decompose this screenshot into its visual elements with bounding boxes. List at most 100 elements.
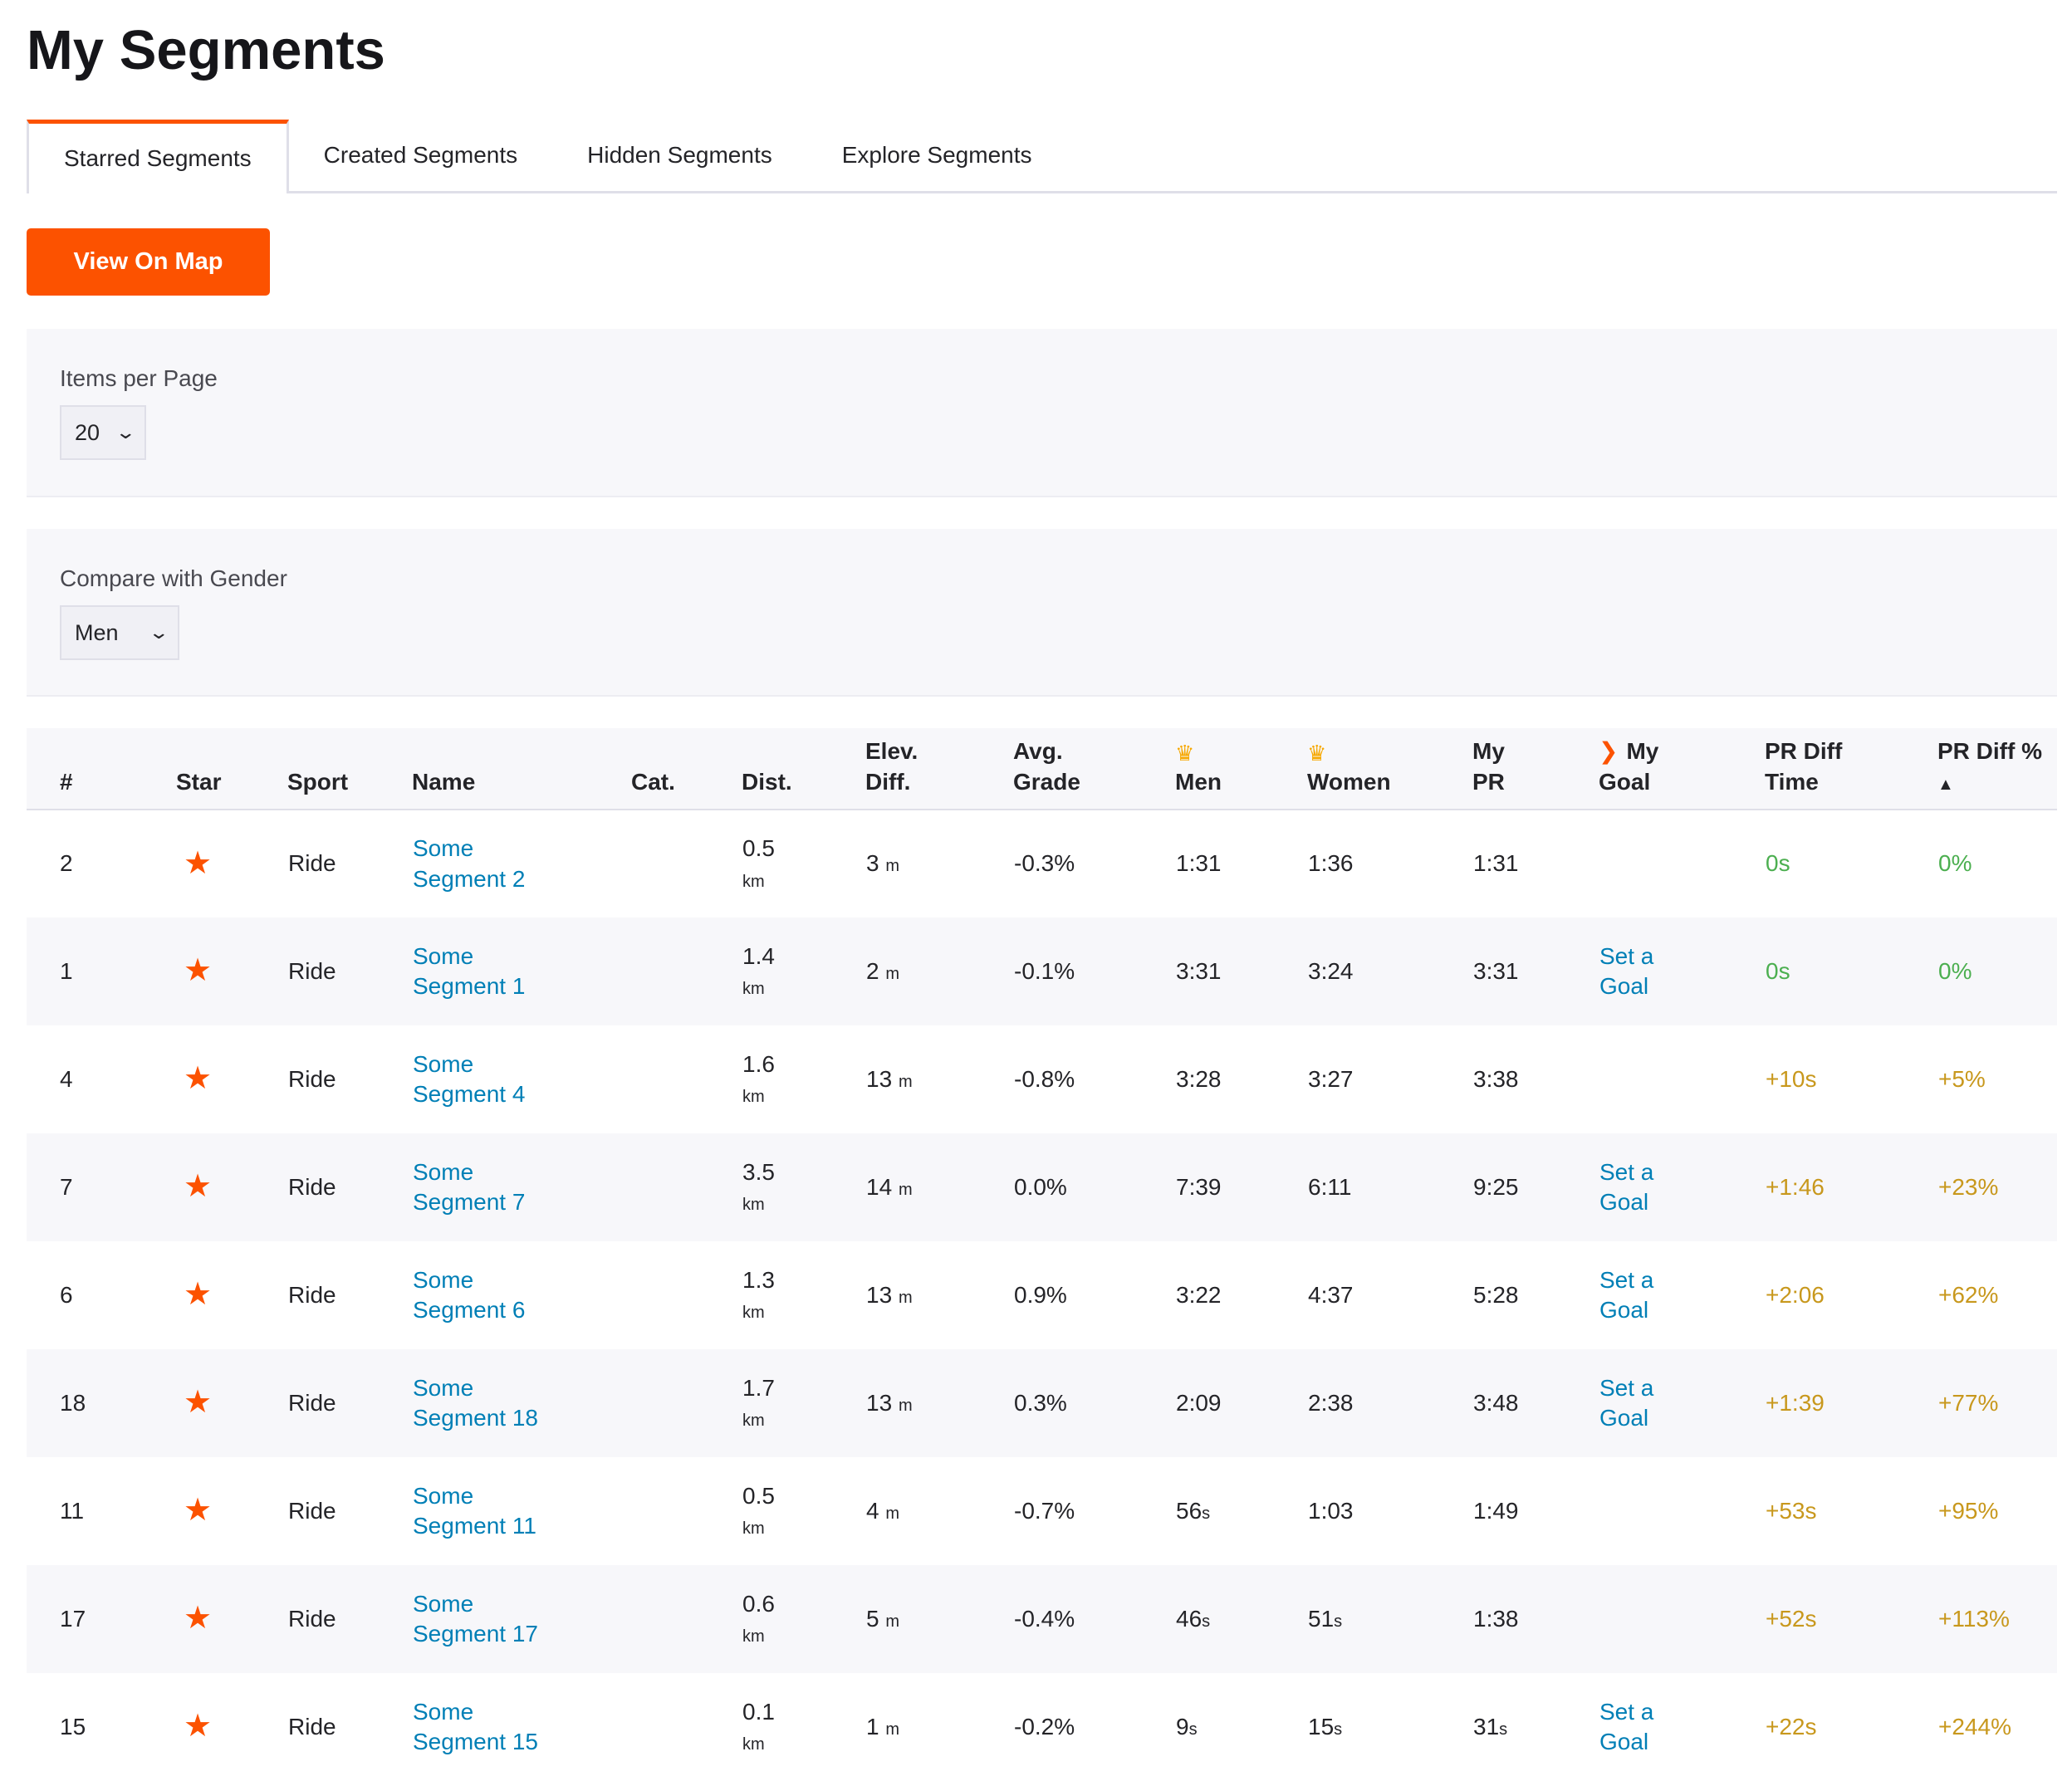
compare-gender-label: Compare with Gender bbox=[60, 565, 287, 591]
star-icon[interactable]: ★ bbox=[184, 1059, 212, 1099]
star-icon[interactable]: ★ bbox=[184, 1275, 212, 1315]
men-value: 3:28 bbox=[1176, 1065, 1222, 1092]
col-elev-diff[interactable]: Elev. Diff. bbox=[865, 728, 1013, 810]
pr-diff-pct-cell: 0% bbox=[1938, 850, 1972, 877]
col-women[interactable]: ♛ Women bbox=[1307, 728, 1472, 810]
col-pr-diff-pct[interactable]: PR Diff % ▲ bbox=[1937, 728, 2057, 810]
cat-cell bbox=[631, 1673, 742, 1781]
mypr-value: 1:31 bbox=[1473, 850, 1519, 877]
segment-name-link[interactable]: Some Segment 7 bbox=[413, 1159, 525, 1215]
segment-name-link[interactable]: Some Segment 11 bbox=[413, 1483, 536, 1539]
set-goal-line-2: Goal bbox=[1599, 1729, 1649, 1754]
col-cat[interactable]: Cat. bbox=[631, 728, 742, 810]
elev-cell: 4 m bbox=[865, 1457, 1013, 1565]
col-avg-grade[interactable]: Avg. Grade bbox=[1013, 728, 1175, 810]
segment-name-link[interactable]: Some Segment 4 bbox=[413, 1051, 525, 1107]
my-pr-cell: 3:48 bbox=[1472, 1349, 1599, 1457]
tab-starred-segments[interactable]: Starred Segments bbox=[27, 120, 289, 193]
tab-hidden-segments[interactable]: Hidden Segments bbox=[552, 120, 807, 191]
col-pr-diff-time[interactable]: PR Diff Time bbox=[1765, 728, 1937, 810]
men-cell: 56s bbox=[1175, 1457, 1307, 1565]
grade-cell: 0.3% bbox=[1014, 1389, 1067, 1416]
col-dist[interactable]: Dist. bbox=[742, 728, 865, 810]
star-icon[interactable]: ★ bbox=[184, 844, 212, 884]
women-cell: 6:11 bbox=[1307, 1133, 1472, 1241]
tab-created-segments[interactable]: Created Segments bbox=[289, 120, 552, 191]
set-goal-line-1: Set a bbox=[1599, 942, 1654, 969]
table-row: 6 ★ Ride Some Segment 6 1.3 km 13 m 0.9% 3:22 4:37… bbox=[27, 1241, 2057, 1349]
grade-cell: -0.8% bbox=[1014, 1065, 1075, 1092]
set-goal-line-1: Set a bbox=[1599, 1158, 1654, 1185]
compare-gender-value: Men bbox=[75, 619, 119, 645]
set-goal-link[interactable]: Set a Goal bbox=[1599, 943, 1653, 999]
men-value: 56 bbox=[1176, 1497, 1203, 1524]
segment-name-link[interactable]: Some Segment 1 bbox=[413, 943, 525, 999]
items-per-page-select[interactable]: 20 ⌄ bbox=[60, 405, 146, 460]
star-icon[interactable]: ★ bbox=[184, 951, 212, 991]
women-cell: 51s bbox=[1307, 1565, 1472, 1673]
compare-gender-select[interactable]: Men ⌄ bbox=[60, 605, 179, 660]
col-name[interactable]: Name bbox=[412, 728, 631, 810]
dist-cell: 1.3 km bbox=[742, 1241, 865, 1349]
women-value: 51 bbox=[1308, 1605, 1335, 1632]
men-cell: 1:31 bbox=[1175, 810, 1307, 917]
my-pr-cell: 3:31 bbox=[1472, 917, 1599, 1025]
elev-cell: 1 m bbox=[865, 1673, 1013, 1781]
women-cell: 4:37 bbox=[1307, 1241, 1472, 1349]
dist-cell: 1.6 km bbox=[742, 1025, 865, 1133]
segment-name-line-2: Segment 15 bbox=[413, 1729, 538, 1754]
segment-name-line-1: Some bbox=[413, 1158, 474, 1185]
mypr-value: 3:31 bbox=[1473, 957, 1519, 984]
elev-value: 13 bbox=[866, 1065, 893, 1092]
men-unit: s bbox=[1202, 1612, 1211, 1631]
star-icon[interactable]: ★ bbox=[184, 1490, 212, 1531]
star-cell: ★ bbox=[176, 810, 287, 917]
star-icon[interactable]: ★ bbox=[184, 1706, 212, 1747]
elev-value: 1 bbox=[866, 1713, 879, 1739]
set-goal-link[interactable]: Set a Goal bbox=[1599, 1699, 1653, 1754]
segment-name-link[interactable]: Some Segment 2 bbox=[413, 835, 525, 891]
star-icon[interactable]: ★ bbox=[184, 1167, 212, 1207]
segment-name-line-1: Some bbox=[413, 835, 474, 862]
col-my-pr[interactable]: My PR bbox=[1472, 728, 1599, 810]
col-sport[interactable]: Sport bbox=[287, 728, 412, 810]
dist-value: 1.4 bbox=[742, 942, 775, 969]
col-grade-line-2: Grade bbox=[1013, 768, 1080, 795]
sport-cell: Ride bbox=[288, 1173, 336, 1200]
compare-gender-panel: Compare with Gender Men ⌄ bbox=[27, 529, 2057, 697]
women-cell: 15s bbox=[1307, 1673, 1472, 1781]
men-unit: s bbox=[1202, 1504, 1211, 1523]
grade-cell: -0.7% bbox=[1014, 1497, 1075, 1524]
set-goal-link[interactable]: Set a Goal bbox=[1599, 1267, 1653, 1323]
segment-name-link[interactable]: Some Segment 18 bbox=[413, 1375, 538, 1431]
col-rank[interactable]: # bbox=[27, 728, 176, 810]
star-icon[interactable]: ★ bbox=[184, 1598, 212, 1639]
pr-diff-time-cell: +1:39 bbox=[1766, 1389, 1825, 1416]
set-goal-link[interactable]: Set a Goal bbox=[1599, 1159, 1653, 1215]
segment-name-link[interactable]: Some Segment 17 bbox=[413, 1591, 538, 1646]
table-row: 18 ★ Ride Some Segment 18 1.7 km 13 m 0.3% 2:09 2:… bbox=[27, 1349, 2057, 1457]
rank-cell: 17 bbox=[60, 1605, 86, 1632]
set-goal-link[interactable]: Set a Goal bbox=[1599, 1375, 1653, 1431]
col-my-goal[interactable]: ❯ My Goal bbox=[1599, 728, 1765, 810]
grade-cell: -0.3% bbox=[1014, 850, 1075, 877]
cat-cell bbox=[631, 1349, 742, 1457]
name-cell: Some Segment 2 bbox=[412, 810, 631, 917]
view-on-map-button[interactable]: View On Map bbox=[27, 228, 270, 296]
col-star[interactable]: Star bbox=[176, 728, 287, 810]
segment-name-link[interactable]: Some Segment 15 bbox=[413, 1699, 538, 1754]
segment-name-line-2: Segment 1 bbox=[413, 973, 526, 999]
star-cell: ★ bbox=[176, 1565, 287, 1673]
dist-cell: 1.4 km bbox=[742, 917, 865, 1025]
segment-name-line-2: Segment 4 bbox=[413, 1081, 526, 1107]
men-cell: 3:22 bbox=[1175, 1241, 1307, 1349]
elev-unit: m bbox=[885, 1612, 900, 1631]
star-icon[interactable]: ★ bbox=[184, 1382, 212, 1423]
segment-name-link[interactable]: Some Segment 6 bbox=[413, 1267, 525, 1323]
elev-unit: m bbox=[898, 1288, 913, 1307]
my-pr-cell: 5:28 bbox=[1472, 1241, 1599, 1349]
tab-explore-segments[interactable]: Explore Segments bbox=[807, 120, 1067, 191]
cat-cell bbox=[631, 917, 742, 1025]
pr-diff-time-cell: 0s bbox=[1766, 850, 1790, 877]
col-men[interactable]: ♛ Men bbox=[1175, 728, 1307, 810]
